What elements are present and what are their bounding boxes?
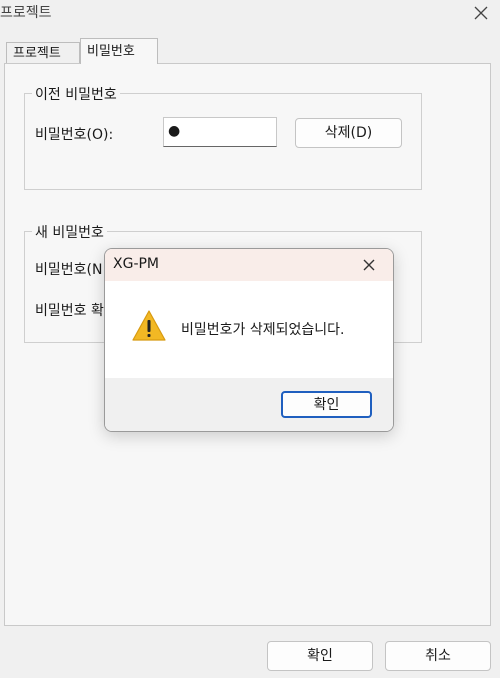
window-title: 프로젝트 [0, 5, 52, 21]
new-password-label: 비밀번호(N [35, 262, 103, 278]
close-icon[interactable] [472, 4, 490, 22]
message-box-footer: 확인 [105, 378, 393, 431]
new-password-legend: 새 비밀번호 [32, 222, 107, 242]
delete-button[interactable]: 삭제(D) [295, 118, 402, 148]
old-password-legend: 이전 비밀번호 [32, 84, 120, 104]
message-box: XG-PM 비밀번호가 삭제되었습니다. 확인 [104, 248, 394, 432]
close-icon[interactable] [361, 257, 377, 273]
tab-project[interactable]: 프로젝트 [6, 42, 80, 64]
old-password-field[interactable]: ● [163, 117, 277, 147]
message-ok-button[interactable]: 확인 [281, 391, 372, 418]
message-box-title: XG-PM [113, 256, 160, 272]
message-text: 비밀번호가 삭제되었습니다. [181, 322, 345, 338]
ok-button[interactable]: 확인 [267, 641, 373, 671]
warning-icon [131, 309, 167, 343]
confirm-password-label: 비밀번호 확 [35, 303, 104, 319]
old-password-label: 비밀번호(O): [35, 127, 114, 143]
message-box-titlebar: XG-PM [105, 249, 393, 281]
cancel-button[interactable]: 취소 [385, 641, 491, 671]
tab-password[interactable]: 비밀번호 [80, 38, 158, 64]
message-box-body: 비밀번호가 삭제되었습니다. [105, 281, 393, 378]
